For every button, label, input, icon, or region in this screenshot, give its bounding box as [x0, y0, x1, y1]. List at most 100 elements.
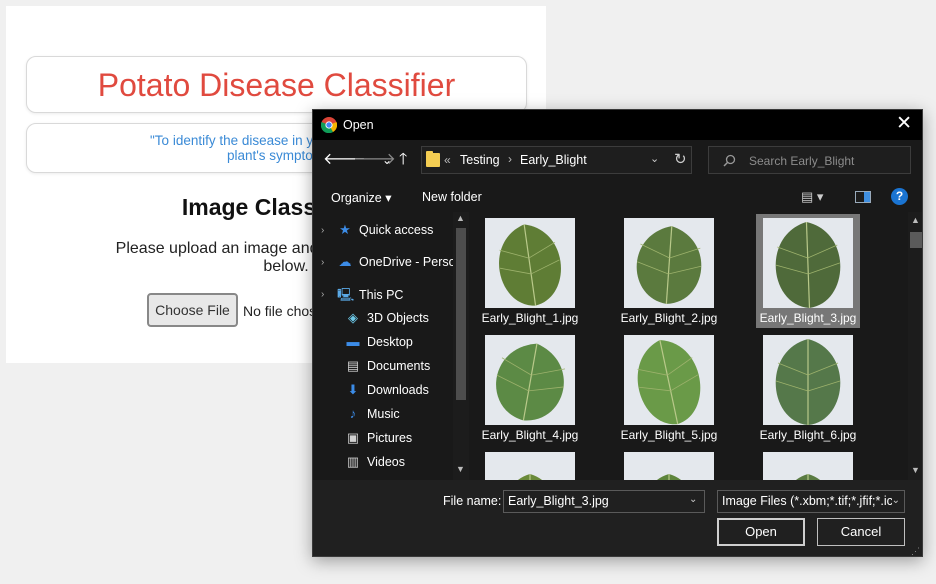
sidebar-item-quick-access[interactable]: ★ Quick access — [337, 222, 433, 240]
dialog-titlebar: Open ✕ — [313, 110, 922, 140]
organize-menu[interactable]: Organize ▾ — [331, 190, 391, 205]
file-type-value: Image Files (*.xbm;*.tif;*.jfif;*.ic — [722, 494, 893, 508]
document-icon: ▤ — [346, 358, 360, 373]
file-tile[interactable]: Early_Blight_4.jpg — [478, 331, 582, 445]
cloud-icon: ☁ — [338, 254, 352, 269]
no-file-text: No file chos — [243, 303, 317, 319]
music-icon: ♪ — [349, 406, 357, 421]
navigation-bar: 🡐 🡒 ⌄ 🡑 « Testing › Early_Blight ⌄ ↻ Sea… — [313, 140, 922, 182]
sidebar-item-music[interactable]: ♪ Music — [345, 406, 400, 424]
close-icon[interactable]: ✕ — [896, 114, 912, 134]
leaf-thumbnail-image — [624, 335, 714, 425]
file-tile[interactable] — [756, 448, 860, 480]
file-name: Early_Blight_6.jpg — [759, 428, 857, 442]
breadcrumb-testing[interactable]: Testing — [460, 153, 500, 167]
sidebar-item-this-pc[interactable]: 🖳 This PC — [337, 286, 403, 304]
star-icon: ★ — [339, 222, 351, 237]
navigation-scrollbar[interactable]: ▲ ▼ — [453, 212, 469, 480]
expand-chevron-icon[interactable]: › — [321, 225, 324, 236]
sidebar-item-onedrive-person[interactable]: ☁ OneDrive - Person — [337, 254, 463, 272]
search-placeholder: Search Early_Blight — [749, 154, 855, 168]
expand-chevron-icon[interactable]: › — [321, 289, 324, 300]
view-options-icon[interactable]: ▤ ▾ — [801, 189, 823, 205]
file-name: Early_Blight_5.jpg — [620, 428, 718, 442]
address-overflow-icon[interactable]: « — [444, 153, 451, 167]
sidebar-item-label: Quick access — [359, 223, 434, 237]
navigation-pane: › ★ Quick access › ☁ OneDrive - Person › 🖳 This … — [313, 212, 471, 480]
file-name: Early_Blight_2.jpg — [620, 311, 718, 325]
file-tile[interactable] — [617, 448, 721, 480]
page-title: Potato Disease Classifier — [97, 67, 456, 103]
recent-locations-chevron-icon[interactable]: ⌄ — [382, 150, 392, 170]
section-heading-text: Image Class — [181, 194, 317, 220]
file-name: Early_Blight_3.jpg — [759, 311, 857, 325]
address-bar[interactable]: « Testing › Early_Blight ⌄ ↻ — [421, 146, 692, 174]
file-name-input[interactable]: Early_Blight_3.jpg ⌄ — [503, 490, 705, 513]
leaf-thumbnail-image — [624, 452, 714, 480]
breadcrumb-separator-icon: › — [508, 152, 512, 166]
computer-icon: 🖳 — [337, 287, 355, 302]
choose-file-button[interactable]: Choose File — [147, 293, 238, 327]
file-tile[interactable]: Early_Blight_6.jpg — [756, 331, 860, 445]
sidebar-item-downloads[interactable]: ⬇ Downloads — [345, 382, 429, 400]
file-name: Early_Blight_4.jpg — [481, 428, 579, 442]
scrollbar-thumb[interactable] — [456, 228, 466, 400]
help-icon[interactable]: ? — [891, 188, 908, 205]
file-tile[interactable]: Early_Blight_5.jpg — [617, 331, 721, 445]
address-dropdown-icon[interactable]: ⌄ — [650, 152, 659, 165]
folder-icon — [426, 151, 440, 167]
scroll-up-icon[interactable]: ▲ — [911, 215, 920, 225]
sidebar-item-label: 3D Objects — [367, 311, 429, 325]
file-tile[interactable]: Early_Blight_3.jpg — [756, 214, 860, 328]
cancel-button[interactable]: Cancel — [817, 518, 905, 546]
file-list-scrollbar[interactable]: ▲ ▼ — [908, 212, 922, 480]
file-name-label: File name: — [443, 494, 502, 508]
cube-icon: ◈ — [348, 310, 358, 325]
scroll-down-icon[interactable]: ▼ — [911, 465, 920, 475]
chevron-down-icon[interactable]: ⌄ — [689, 494, 697, 505]
file-name-value: Early_Blight_3.jpg — [508, 494, 609, 508]
dialog-title: Open — [343, 118, 374, 132]
sidebar-item-desktop[interactable]: ▬ Desktop — [345, 334, 413, 352]
sidebar-item-documents[interactable]: ▤ Documents — [345, 358, 430, 376]
resize-grip-icon[interactable]: ⋰ — [911, 547, 920, 556]
command-toolbar: Organize ▾ New folder ▤ ▾ ? — [313, 182, 922, 212]
chrome-icon — [321, 117, 337, 133]
file-name: Early_Blight_1.jpg — [481, 311, 579, 325]
sidebar-item-pictures[interactable]: ▣ Pictures — [345, 430, 412, 448]
search-icon — [723, 154, 736, 167]
refresh-icon[interactable]: ↻ — [674, 150, 687, 168]
preview-pane-icon[interactable] — [855, 191, 871, 203]
sidebar-item-label: Pictures — [367, 431, 413, 445]
file-tile[interactable] — [478, 448, 582, 480]
sidebar-item-label: Music — [367, 407, 400, 421]
scrollbar-thumb[interactable] — [910, 232, 922, 248]
sidebar-item-label: Downloads — [367, 383, 429, 397]
desktop-icon: ▬ — [346, 334, 360, 349]
scroll-up-icon[interactable]: ▲ — [456, 213, 465, 223]
expand-chevron-icon[interactable]: › — [321, 257, 324, 268]
instruction-line-2: below. — [263, 258, 309, 275]
file-list: Early_Blight_1.jpg Early_Blight_2.jpg Earl… — [471, 212, 908, 480]
file-type-select[interactable]: Image Files (*.xbm;*.tif;*.jfif;*.ic ⌄ — [717, 490, 905, 513]
sidebar-item-videos[interactable]: ▥ Videos — [345, 454, 405, 472]
search-box[interactable]: Search Early_Blight — [708, 146, 911, 174]
pictures-icon: ▣ — [346, 430, 360, 445]
leaf-thumbnail-image — [485, 452, 575, 480]
sidebar-item-label: Desktop — [367, 335, 413, 349]
scroll-down-icon[interactable]: ▼ — [456, 464, 465, 474]
file-tile[interactable]: Early_Blight_2.jpg — [617, 214, 721, 328]
file-tile[interactable]: Early_Blight_1.jpg — [478, 214, 582, 328]
leaf-thumbnail-image — [624, 218, 714, 308]
leaf-thumbnail-image — [763, 335, 853, 425]
sidebar-item-3d-objects[interactable]: ◈ 3D Objects — [345, 310, 429, 328]
leaf-thumbnail-image — [485, 218, 575, 308]
open-file-dialog: Open ✕ 🡐 🡒 ⌄ 🡑 « Testing › Early_Blight … — [312, 109, 923, 557]
chevron-down-icon[interactable]: ⌄ — [891, 495, 900, 506]
open-button[interactable]: Open — [717, 518, 805, 546]
leaf-thumbnail-image — [763, 218, 853, 308]
download-icon: ⬇ — [347, 382, 359, 397]
up-arrow-icon[interactable]: 🡑 — [399, 150, 407, 170]
new-folder-button[interactable]: New folder — [422, 190, 482, 204]
breadcrumb-early-blight[interactable]: Early_Blight — [520, 153, 587, 167]
